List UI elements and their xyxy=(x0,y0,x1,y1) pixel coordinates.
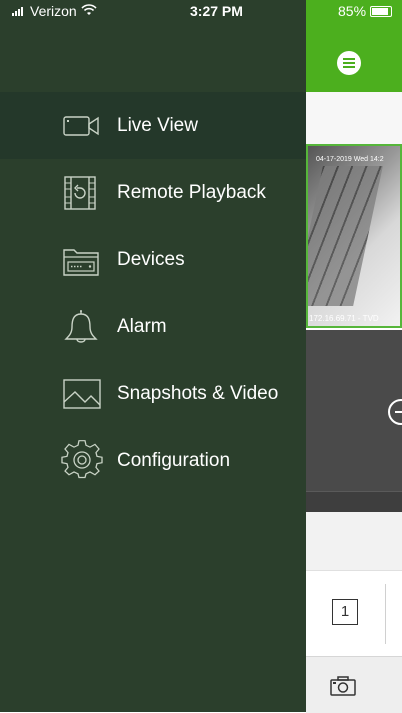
video-camera-icon xyxy=(60,104,104,148)
menu-item-configuration[interactable]: Configuration xyxy=(0,427,306,494)
battery-icon xyxy=(370,5,393,17)
battery-group: 85% xyxy=(338,3,393,19)
menu-toggle-button[interactable] xyxy=(337,51,361,75)
menu-item-label: Devices xyxy=(117,248,185,270)
camera-timestamp: 04-17-2019 Wed 14:2 xyxy=(316,156,384,163)
status-bar: Verizon 3:27 PM 85% xyxy=(0,0,402,22)
carrier-group: Verizon xyxy=(12,3,97,19)
drawer-menu: Live View Remote Playback Devices Alarm … xyxy=(0,92,306,494)
menu-item-live-view[interactable]: Live View xyxy=(0,92,306,159)
menu-item-alarm[interactable]: Alarm xyxy=(0,293,306,360)
bell-icon xyxy=(60,305,104,349)
carrier-name: Verizon xyxy=(30,3,77,19)
menu-item-label: Live View xyxy=(117,114,198,136)
camera-feed-image xyxy=(308,166,383,306)
snapshot-camera-icon[interactable] xyxy=(330,676,356,701)
spacer-band xyxy=(306,512,402,570)
camera-label: 172.16.69.71 - TVD xyxy=(309,314,379,323)
camera-tile-1[interactable] xyxy=(306,144,402,328)
signal-icon xyxy=(12,6,23,16)
wifi-icon xyxy=(81,3,97,19)
menu-item-label: Alarm xyxy=(117,315,167,337)
navigation-drawer: Live View Remote Playback Devices Alarm … xyxy=(0,0,306,712)
menu-item-label: Configuration xyxy=(117,449,231,471)
image-icon xyxy=(60,372,104,416)
gear-icon xyxy=(60,439,104,483)
divider xyxy=(385,584,386,644)
playback-film-icon xyxy=(60,171,104,215)
battery-percent: 85% xyxy=(338,3,367,19)
menu-item-snapshots-video[interactable]: Snapshots & Video xyxy=(0,360,306,427)
menu-item-devices[interactable]: Devices xyxy=(0,226,306,293)
camera-tile-2[interactable] xyxy=(306,330,402,512)
menu-item-label: Snapshots & Video xyxy=(117,382,279,404)
devices-icon xyxy=(60,238,104,282)
layout-button[interactable]: 1 xyxy=(332,599,358,625)
secondary-bar xyxy=(306,92,402,144)
menu-item-label: Remote Playback xyxy=(117,181,266,203)
status-time: 3:27 PM xyxy=(190,3,243,19)
menu-item-remote-playback[interactable]: Remote Playback xyxy=(0,159,306,226)
tile-footer xyxy=(306,491,402,512)
